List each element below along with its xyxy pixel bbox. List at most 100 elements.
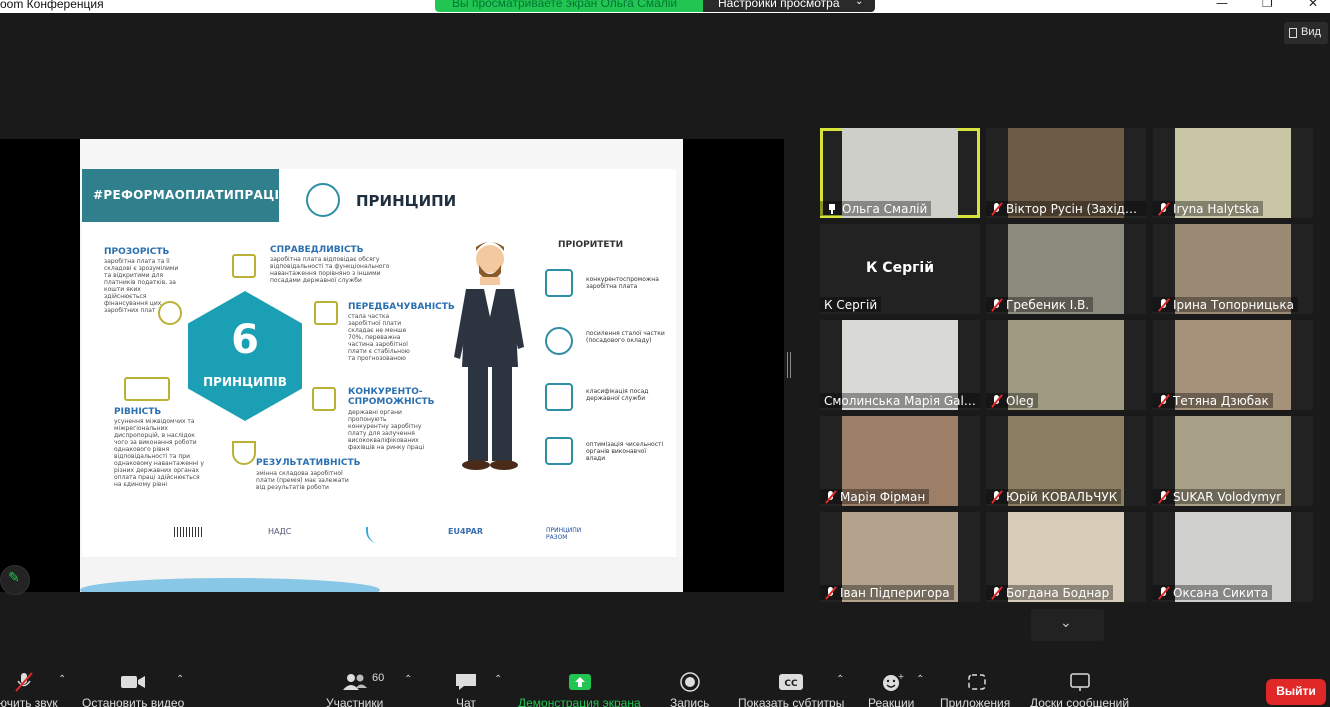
principle-heading: РІВНІСТЬ bbox=[114, 407, 162, 417]
stop-video-button[interactable]: Остановить видео ⌃ bbox=[82, 660, 192, 707]
barcode-logo bbox=[174, 527, 204, 537]
apps-button[interactable]: Приложения bbox=[940, 660, 1016, 707]
chevron-up-icon[interactable]: ⌃ bbox=[916, 674, 924, 685]
chevron-up-icon[interactable]: ⌃ bbox=[836, 674, 844, 685]
participant-name: Ольга Смалій bbox=[842, 201, 928, 216]
magnifier-icon bbox=[158, 301, 182, 325]
checklist-icon bbox=[314, 301, 338, 325]
people-icon bbox=[124, 377, 170, 401]
participant-name: Оксана Сикита bbox=[1173, 585, 1269, 600]
leave-meeting-button[interactable]: Выйти bbox=[1266, 679, 1326, 705]
apps-icon bbox=[968, 674, 986, 690]
participant-tile[interactable]: Ольга Смалій bbox=[820, 128, 980, 218]
participant-name: Віктор Русін (Західно... bbox=[1006, 201, 1142, 216]
microphone-muted-icon bbox=[990, 586, 1004, 600]
participant-tile[interactable]: Iryna Halytska bbox=[1153, 128, 1313, 218]
participant-tile[interactable]: Гребеник І.В. bbox=[986, 224, 1146, 314]
principle-text: змінна складова заробітної плати (премія… bbox=[256, 470, 349, 491]
reactions-button[interactable]: + Реакции ⌃ bbox=[868, 660, 928, 707]
participant-name: SUKAR Volodymyr bbox=[1173, 489, 1282, 504]
participant-name-bar: Смолинська Марія Gala... bbox=[820, 393, 980, 408]
view-settings-button[interactable]: Настройки просмотра ⌄ bbox=[703, 0, 875, 12]
principle-text: стала частка заробітної плати складає не… bbox=[348, 313, 410, 362]
participant-name-bar: Oleg bbox=[986, 393, 1038, 408]
participant-name: Гребеник І.В. bbox=[1006, 297, 1090, 312]
participant-name: Іван Підперигора bbox=[840, 585, 950, 600]
stop-video-label: Остановить видео bbox=[82, 696, 185, 707]
view-button-label: Вид bbox=[1301, 26, 1321, 38]
microphone-muted-icon bbox=[1157, 490, 1171, 504]
participant-name-bar: Ольга Смалій bbox=[820, 201, 932, 216]
slide-hashtag-box: #РЕФОРМАОПЛАТИПРАЦІ bbox=[82, 169, 279, 222]
share-screen-button[interactable]: Демонстрация экрана bbox=[518, 660, 644, 707]
annotate-button[interactable]: ✎ bbox=[0, 565, 30, 595]
chevron-up-icon[interactable]: ⌃ bbox=[494, 674, 502, 685]
principle-text: державні органи пропонують конкурентну з… bbox=[348, 409, 425, 451]
priority-text: класифікація посад державної служби bbox=[586, 388, 649, 402]
participant-name: Iryna Halytska bbox=[1173, 201, 1260, 216]
close-icon[interactable]: ✕ bbox=[1308, 0, 1318, 10]
briefcase-icon bbox=[545, 383, 573, 411]
participant-name: Oleg bbox=[1006, 393, 1034, 408]
participant-tile[interactable]: Смолинська Марія Gala... bbox=[820, 320, 980, 410]
participant-tile[interactable]: К Сергій К Сергій bbox=[820, 224, 980, 314]
whiteboard-icon bbox=[1070, 673, 1090, 691]
participant-tile[interactable]: Юрій КОВАЛЬЧУК bbox=[986, 416, 1146, 506]
money-bag-icon bbox=[545, 327, 573, 355]
slide-hashtag: #РЕФОРМАОПЛАТИПРАЦІ bbox=[93, 188, 280, 202]
show-captions-label: Показать субтитры bbox=[738, 696, 845, 707]
participant-name-bar: Ірина Топорницька bbox=[1153, 297, 1298, 312]
chevron-up-icon[interactable]: ⌃ bbox=[176, 674, 184, 685]
eu-flag-logo: ПРИНЦИПИ РАЗОМ bbox=[546, 527, 582, 541]
microphone-muted-icon bbox=[824, 490, 838, 504]
chevron-up-icon[interactable]: ⌃ bbox=[404, 674, 412, 685]
microphone-muted-icon bbox=[990, 490, 1004, 504]
svg-text:CC: CC bbox=[784, 679, 798, 689]
share-banner: Вы просматриваете экран Ольга Смалій bbox=[435, 0, 703, 12]
microphone-muted-icon bbox=[990, 394, 1004, 408]
participant-name-bar: Богдана Боднар bbox=[986, 585, 1114, 600]
slide-footer-wave bbox=[80, 557, 683, 592]
participant-tile[interactable]: Іван Підперигора bbox=[820, 512, 980, 602]
participant-name-bar: Оксана Сикита bbox=[1153, 585, 1273, 600]
zoom-window: oom Конференция — ❐ ✕ Вы просматриваете … bbox=[0, 0, 1330, 707]
pencil-icon: ✎ bbox=[8, 570, 20, 586]
participant-tile[interactable]: Оксана Сикита bbox=[1153, 512, 1313, 602]
principle-heading: ПЕРЕДБАЧУВАНІСТЬ bbox=[348, 302, 455, 312]
share-banner-text: Вы просматриваете экран Ольга Смалій bbox=[452, 0, 678, 10]
participant-tile[interactable]: Богдана Боднар bbox=[986, 512, 1146, 602]
split-view-handle[interactable] bbox=[787, 352, 791, 378]
pin-icon bbox=[826, 203, 838, 215]
participant-name-bar: Iryna Halytska bbox=[1153, 201, 1264, 216]
maximize-icon[interactable]: ❐ bbox=[1262, 0, 1273, 10]
whiteboards-button[interactable]: Доски сообщений bbox=[1030, 660, 1134, 707]
gallery-next-page-button[interactable]: ⌄ bbox=[1031, 609, 1104, 641]
show-captions-button[interactable]: CC Показать субтитры ⌃ bbox=[738, 660, 850, 707]
mute-button[interactable]: ючить звук ⌃ bbox=[0, 660, 70, 707]
participant-tile[interactable]: Тетяна Дзюбак bbox=[1153, 320, 1313, 410]
view-button[interactable]: Вид bbox=[1284, 22, 1328, 44]
participant-name: Юрій КОВАЛЬЧУК bbox=[1006, 489, 1118, 504]
participants-button[interactable]: 60 Участники ⌃ bbox=[326, 660, 418, 707]
participant-tile[interactable]: Ірина Топорницька bbox=[1153, 224, 1313, 314]
whiteboards-label: Доски сообщений bbox=[1030, 696, 1130, 707]
video-camera-icon bbox=[121, 676, 145, 688]
share-screen-label: Демонстрация экрана bbox=[518, 696, 641, 707]
principle-text: усунення міжвідомчих та міжрегіональних … bbox=[114, 418, 204, 488]
participant-tile[interactable]: Віктор Русін (Західно... bbox=[986, 128, 1146, 218]
participant-tile[interactable]: Oleg bbox=[986, 320, 1146, 410]
participant-name-bar: Тетяна Дзюбак bbox=[1153, 393, 1273, 408]
microphone-muted-icon bbox=[1157, 586, 1171, 600]
chat-button[interactable]: Чат ⌃ bbox=[448, 660, 508, 707]
record-icon bbox=[680, 672, 700, 692]
record-button[interactable]: Запись bbox=[666, 660, 714, 707]
reactions-label: Реакции bbox=[868, 696, 915, 707]
slide-frame bbox=[82, 169, 676, 557]
eu4par-logo: EU4PAR bbox=[448, 527, 484, 536]
chevron-up-icon[interactable]: ⌃ bbox=[58, 674, 66, 685]
participant-tile[interactable]: SUKAR Volodymyr bbox=[1153, 416, 1313, 506]
participant-tile[interactable]: Марія Фірман bbox=[820, 416, 980, 506]
chat-icon bbox=[456, 674, 476, 690]
smiley-icon: + bbox=[883, 672, 904, 691]
minimize-icon[interactable]: — bbox=[1216, 0, 1228, 10]
